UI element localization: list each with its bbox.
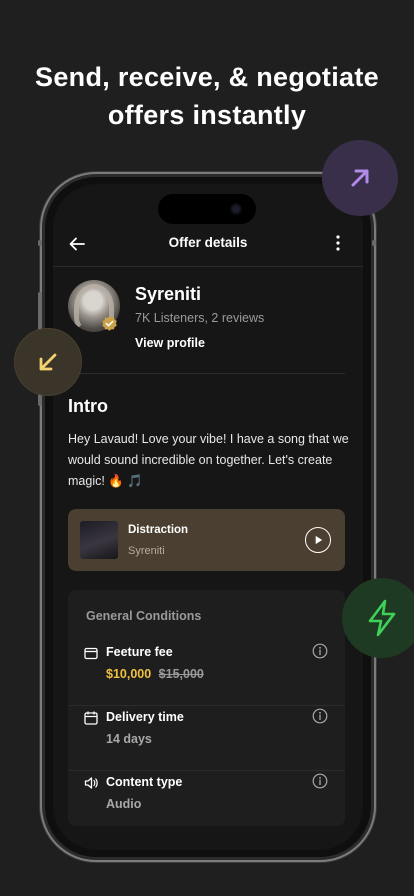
info-icon[interactable]	[312, 643, 328, 659]
lightning-icon	[368, 599, 396, 637]
track-title: Distraction	[128, 524, 189, 536]
brown-bubble	[14, 328, 82, 396]
phone-side-button	[38, 240, 42, 246]
phone-screen: Offer details Syreniti 7K Listeners, 2 r…	[53, 184, 363, 850]
info-icon[interactable]	[312, 773, 328, 789]
row-divider	[68, 770, 345, 771]
artist-stats: 7K Listeners, 2 reviews	[135, 311, 265, 325]
intro-heading: Intro	[68, 396, 108, 416]
condition-row-delivery: Delivery time 14 days	[68, 707, 345, 771]
verified-badge-icon	[102, 315, 117, 331]
conditions-heading: General Conditions	[86, 609, 202, 623]
purple-bubble	[322, 140, 398, 216]
phone-power-button	[372, 240, 376, 246]
camera-icon	[230, 203, 242, 215]
nav-divider	[53, 266, 363, 267]
dynamic-island	[158, 194, 256, 224]
arrow-up-right-icon	[351, 169, 369, 187]
headline-line-1: Send, receive, & negotiate	[35, 62, 379, 92]
fee-new-price: $10,000	[106, 667, 152, 681]
condition-row-fee: Feeture fee $10,000 $15,000	[68, 642, 345, 706]
fee-label: Feeture fee	[106, 645, 173, 659]
fee-value: $10,000 $15,000	[106, 667, 204, 681]
calendar-icon	[84, 711, 98, 725]
track-artist: Syreniti	[128, 545, 165, 557]
profile-divider	[68, 373, 345, 374]
fee-old-price: $15,000	[158, 667, 204, 681]
artist-name: Syreniti	[135, 284, 202, 304]
more-vertical-icon[interactable]	[335, 235, 341, 251]
intro-message: Hey Lavaud! Love your vibe! I have a son…	[68, 432, 349, 488]
content-type-label: Content type	[106, 775, 183, 789]
play-icon[interactable]	[305, 527, 331, 553]
page-title: Offer details	[168, 235, 248, 250]
row-divider	[68, 705, 345, 706]
view-profile-link[interactable]: View profile	[135, 336, 205, 350]
headline: Send, receive, & negotiate offers instan…	[0, 58, 414, 134]
delivery-label: Delivery time	[106, 710, 184, 724]
wallet-icon	[84, 647, 98, 660]
track-card[interactable]: Distraction Syreniti	[68, 509, 345, 571]
general-conditions-card: General Conditions Feeture fee $10,000 $…	[68, 590, 345, 826]
nav-bar: Offer details	[53, 228, 363, 266]
arrow-down-left-icon	[39, 353, 57, 371]
delivery-value: 14 days	[106, 732, 152, 746]
content-type-value: Audio	[106, 797, 142, 811]
speaker-icon	[84, 777, 98, 789]
headline-line-2: offers instantly	[107, 100, 307, 130]
condition-row-content: Content type Audio	[68, 772, 345, 836]
track-cover	[80, 521, 118, 559]
green-bubble	[342, 578, 414, 658]
info-icon[interactable]	[312, 708, 328, 724]
